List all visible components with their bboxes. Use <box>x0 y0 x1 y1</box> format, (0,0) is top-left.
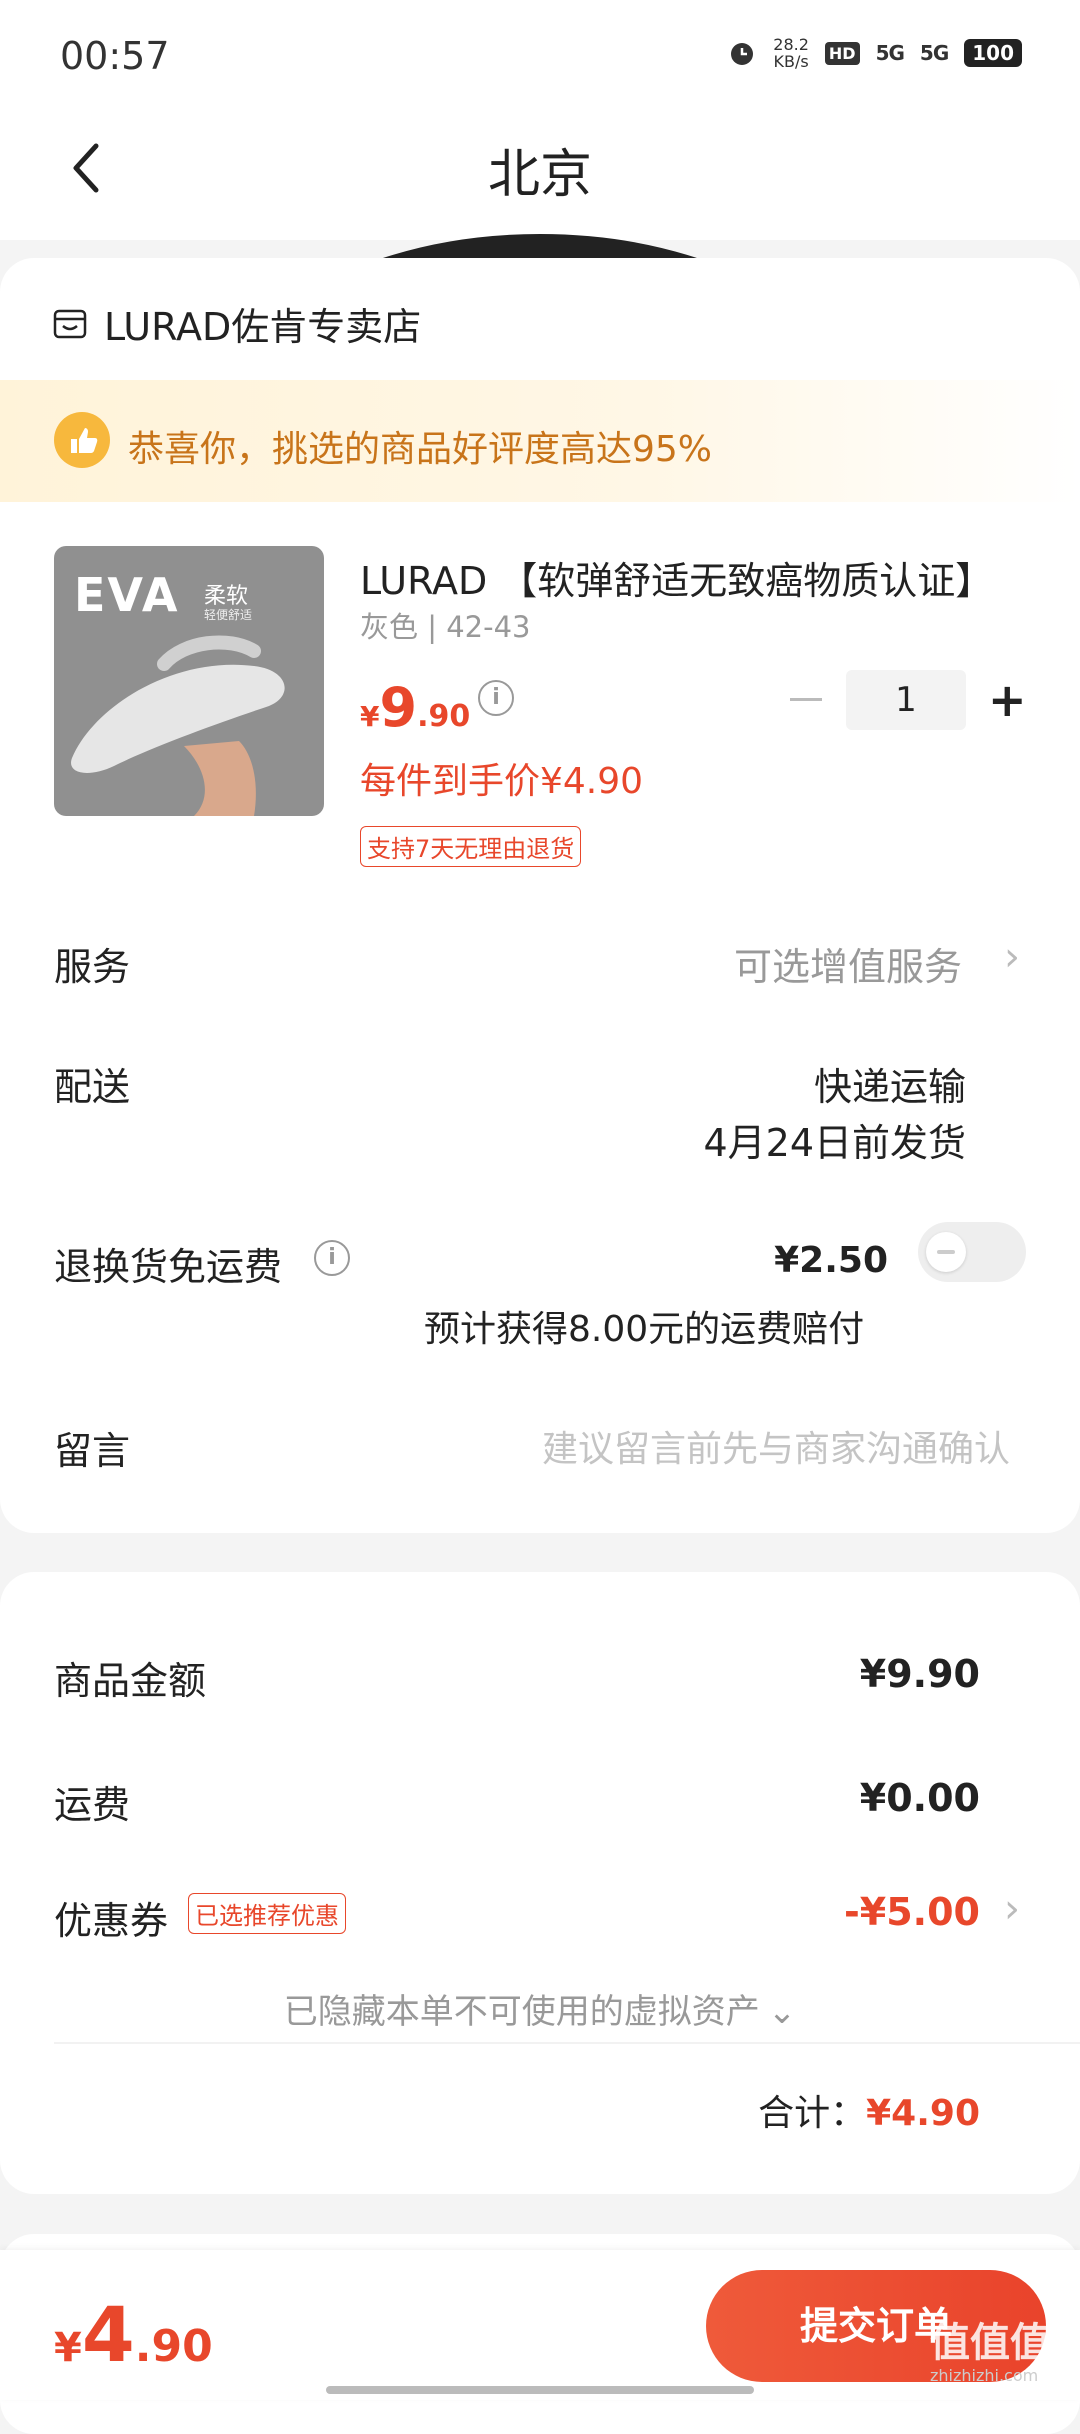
quantity-increase-button[interactable]: + <box>988 677 1027 723</box>
coupon-chevron-icon[interactable]: › <box>1004 1886 1020 1932</box>
store-name[interactable]: LURAD佐肯专卖店 <box>104 296 421 351</box>
delivery-label: 配送 <box>54 1065 131 1109</box>
checkout-total-price: ¥4.90 <box>54 2290 213 2379</box>
battery-icon: 100 <box>964 39 1022 67</box>
message-label: 留言 <box>54 1429 131 1473</box>
product-thumbnail[interactable]: EVA 柔软 轻便舒适 <box>54 546 324 816</box>
shipping-value: ¥0.00 <box>859 1776 980 1820</box>
coupon-selected-tag: 已选推荐优惠 <box>188 1893 346 1934</box>
return-shipping-toggle[interactable] <box>918 1222 1026 1282</box>
status-time: 00:57 <box>60 34 170 78</box>
hidden-assets-toggle[interactable]: 已隐藏本单不可使用的虚拟资产 ⌄ <box>0 1984 1080 2033</box>
network-speed: 28.2 KB/s <box>773 35 809 71</box>
return-shipping-label: 退换货免运费 <box>54 1245 283 1289</box>
return-shipping-info-icon[interactable]: i <box>314 1240 350 1276</box>
product-spec[interactable]: 灰色 | 42-43 <box>360 604 530 646</box>
status-icons: 28.2 KB/s HD 5G 5G 100 <box>727 36 1022 70</box>
return-shipping-note: 预计获得8.00元的运费赔付 <box>424 1309 865 1350</box>
product-price: ¥9.90 <box>360 676 471 739</box>
product-title[interactable]: LURAD 【软弹舒适无致癌物质认证】 <box>360 550 1020 605</box>
per-unit-price: 每件到手价¥4.90 <box>360 761 644 802</box>
service-label: 服务 <box>54 945 131 989</box>
delivery-method[interactable]: 快递运输 <box>814 1056 966 1111</box>
alarm-icon <box>731 43 754 65</box>
goods-amount-value: ¥9.90 <box>859 1652 980 1696</box>
quantity-decrease-button[interactable] <box>790 698 822 701</box>
quantity-input[interactable]: 1 <box>846 670 966 730</box>
store-header[interactable]: LURAD佐肯专卖店 <box>52 296 421 351</box>
home-indicator[interactable] <box>326 2386 754 2394</box>
message-input[interactable]: 建议留言前先与商家沟通确认 <box>542 1420 1010 1472</box>
shipping-label: 运费 <box>54 1783 131 1827</box>
chevron-down-icon: ⌄ <box>767 1992 797 2032</box>
price-info-icon[interactable]: i <box>478 680 514 716</box>
watermark-url: zhizhizhi.com <box>930 2366 1039 2385</box>
coupon-label: 优惠券 <box>54 1899 169 1943</box>
hd-icon: HD <box>824 41 860 65</box>
return-shipping-price: ¥2.50 <box>774 1240 888 1281</box>
coupon-value[interactable]: -¥5.00 <box>844 1890 980 1934</box>
return-policy-tag: 支持7天无理由退货 <box>360 826 582 867</box>
goods-amount-label: 商品金额 <box>54 1659 207 1703</box>
delivery-date: 4月24日前发货 <box>703 1121 966 1165</box>
location-name[interactable]: 北京 <box>488 145 592 205</box>
signal-5g-icon-2: 5G <box>919 41 949 65</box>
total-value: ¥4.90 <box>866 2093 980 2134</box>
signal-5g-icon-1: 5G <box>875 41 905 65</box>
service-value[interactable]: 可选增值服务 <box>734 936 962 991</box>
summary-divider <box>54 2042 1080 2044</box>
watermark-logo: 值值值 <box>930 2320 1050 2366</box>
rating-banner-text: 恭喜你，挑选的商品好评度高达95% <box>128 429 713 470</box>
store-icon <box>53 309 87 338</box>
service-chevron-icon[interactable]: › <box>1004 934 1020 980</box>
total-label: 合计： <box>758 2093 867 2134</box>
thumbs-up-icon <box>54 412 110 468</box>
total-row: 合计：¥4.90 <box>758 2084 980 2136</box>
slipper-image <box>71 635 285 816</box>
